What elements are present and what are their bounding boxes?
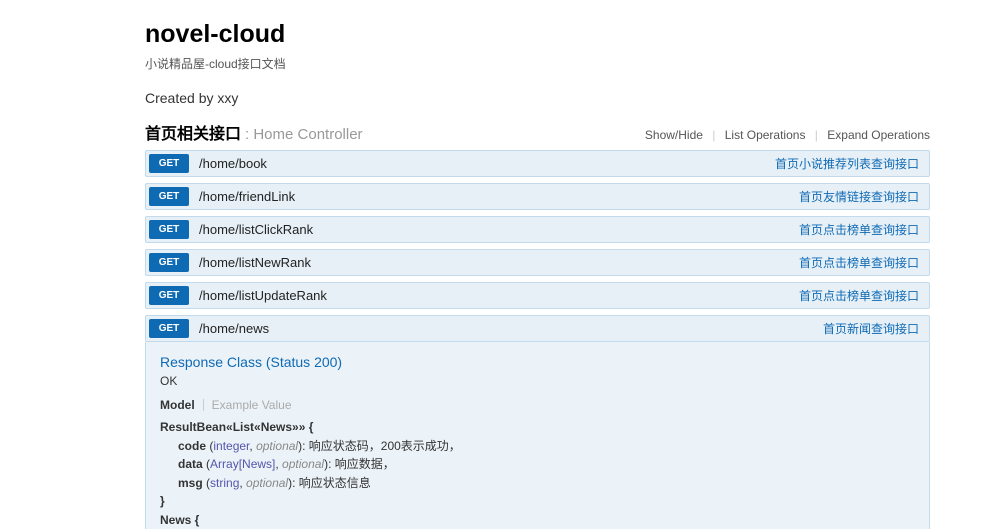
http-method-badge: GET bbox=[149, 253, 189, 272]
http-method-badge: GET bbox=[149, 286, 189, 305]
separator: | bbox=[712, 128, 715, 142]
endpoint-description: 首页点击榜单查询接口 bbox=[799, 221, 919, 238]
controller-operations: Show/Hide | List Operations | Expand Ope… bbox=[645, 128, 930, 142]
endpoint-path: /home/friendLink bbox=[199, 189, 295, 204]
endpoint-description: 首页友情链接查询接口 bbox=[799, 188, 919, 205]
endpoint-row[interactable]: GET /home/news 首页新闻查询接口 bbox=[145, 315, 930, 342]
endpoint-list: GET /home/book 首页小说推荐列表查询接口 GET /home/fr… bbox=[145, 150, 930, 529]
expand-operations-link[interactable]: Expand Operations bbox=[827, 128, 930, 142]
app-subtitle: 小说精品屋-cloud接口文档 bbox=[145, 55, 930, 72]
created-by: Created by xxy bbox=[145, 90, 930, 106]
show-hide-link[interactable]: Show/Hide bbox=[645, 128, 703, 142]
controller-title-main: 首页相关接口 bbox=[145, 120, 241, 144]
list-operations-link[interactable]: List Operations bbox=[725, 128, 806, 142]
response-status-text: OK bbox=[160, 374, 915, 388]
endpoint-path: /home/listClickRank bbox=[199, 222, 313, 237]
endpoint-description: 首页小说推荐列表查询接口 bbox=[775, 155, 919, 172]
controller-title[interactable]: 首页相关接口 : Home Controller bbox=[145, 120, 363, 144]
endpoint-path: /home/book bbox=[199, 156, 267, 171]
endpoint-row[interactable]: GET /home/friendLink 首页友情链接查询接口 bbox=[145, 183, 930, 210]
endpoint-row[interactable]: GET /home/listUpdateRank 首页点击榜单查询接口 bbox=[145, 282, 930, 309]
endpoint-description: 首页点击榜单查询接口 bbox=[799, 287, 919, 304]
endpoint-path: /home/news bbox=[199, 321, 269, 336]
tab-model[interactable]: Model bbox=[160, 398, 195, 412]
http-method-badge: GET bbox=[149, 319, 189, 338]
endpoint-detail-panel: Response Class (Status 200) OK Model Exa… bbox=[145, 342, 930, 529]
http-method-badge: GET bbox=[149, 187, 189, 206]
http-method-badge: GET bbox=[149, 154, 189, 173]
endpoint-row[interactable]: GET /home/listClickRank 首页点击榜单查询接口 bbox=[145, 216, 930, 243]
separator: | bbox=[815, 128, 818, 142]
app-title: novel-cloud bbox=[145, 20, 930, 49]
endpoint-row[interactable]: GET /home/book 首页小说推荐列表查询接口 bbox=[145, 150, 930, 177]
endpoint-path: /home/listUpdateRank bbox=[199, 288, 327, 303]
controller-title-sub: : Home Controller bbox=[245, 126, 363, 143]
endpoint-description: 首页新闻查询接口 bbox=[823, 320, 919, 337]
response-class-title: Response Class (Status 200) bbox=[160, 354, 915, 370]
model-schema: ResultBean«List«News»» { code (integer, … bbox=[160, 418, 915, 529]
endpoint-row[interactable]: GET /home/listNewRank 首页点击榜单查询接口 bbox=[145, 249, 930, 276]
endpoint-description: 首页点击榜单查询接口 bbox=[799, 254, 919, 271]
tab-example-value[interactable]: Example Value bbox=[212, 398, 292, 412]
http-method-badge: GET bbox=[149, 220, 189, 239]
separator bbox=[203, 399, 204, 411]
endpoint-path: /home/listNewRank bbox=[199, 255, 311, 270]
